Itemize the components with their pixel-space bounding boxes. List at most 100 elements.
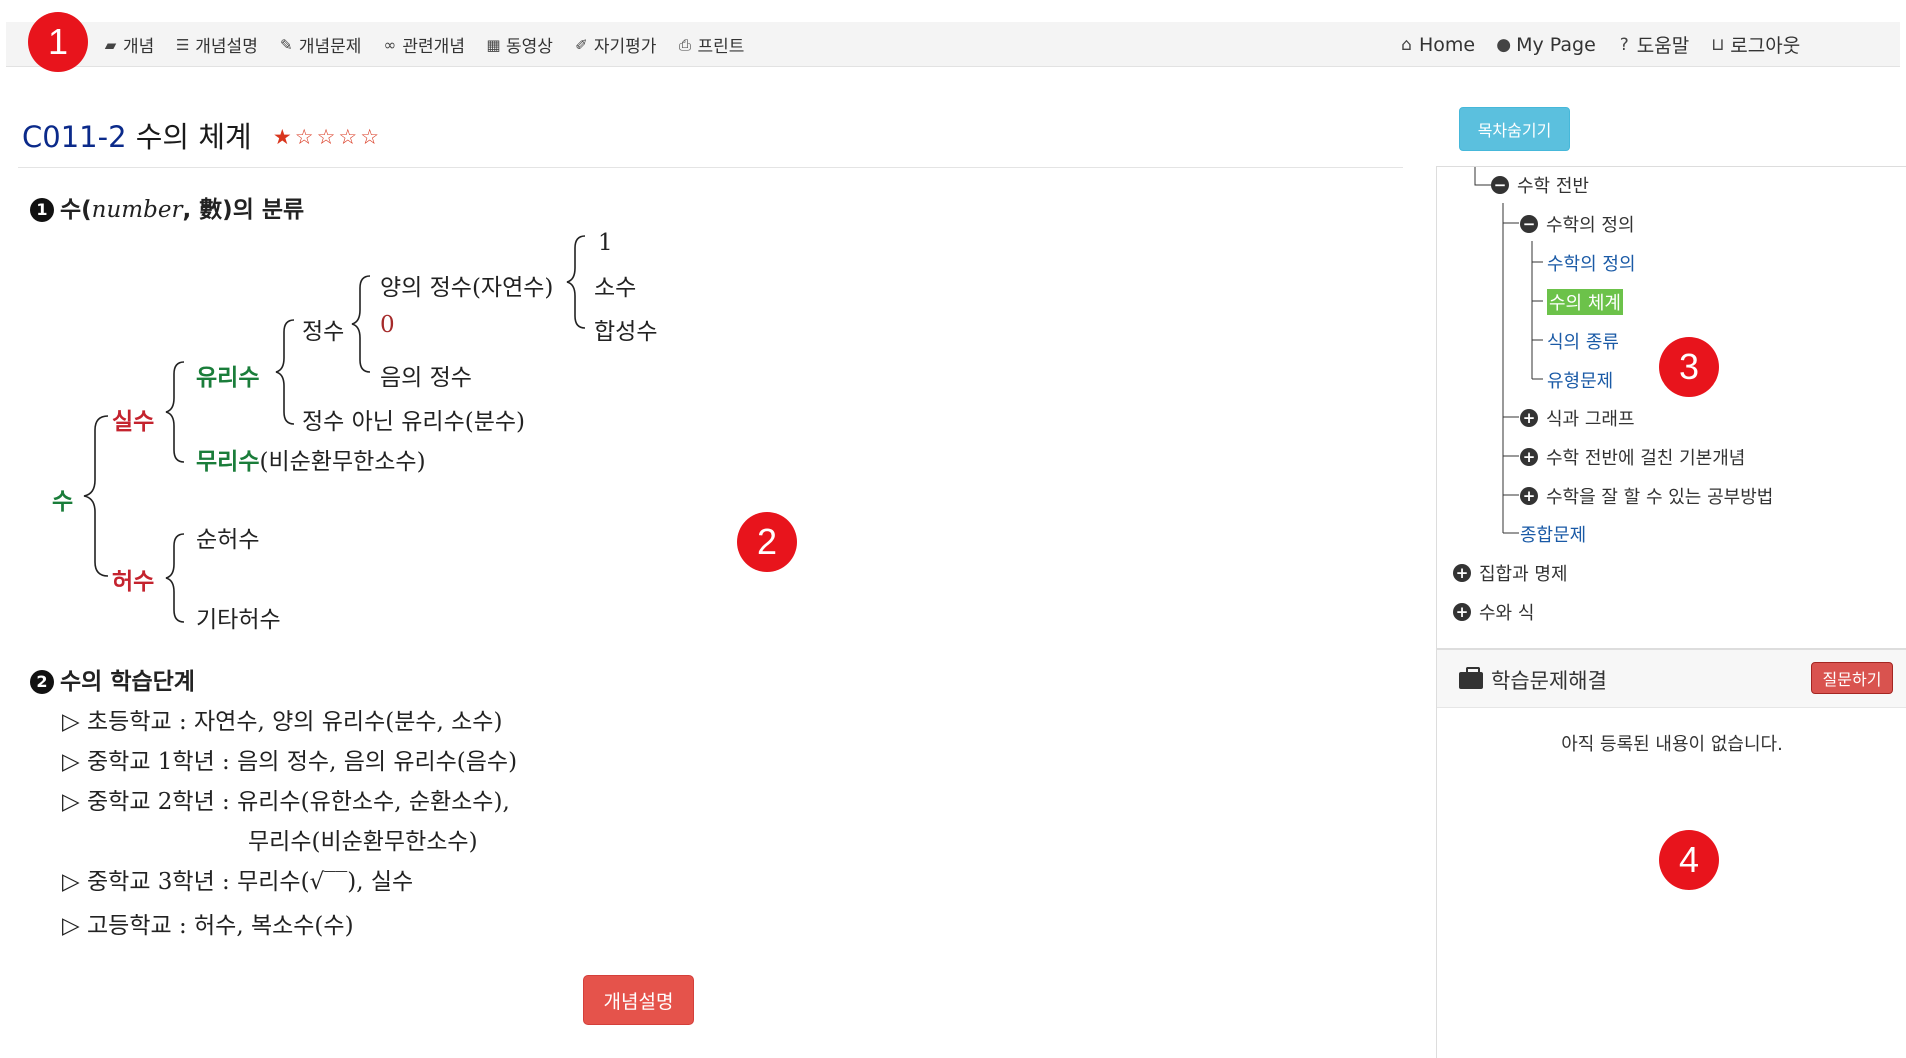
stage-middle-2-cont: 무리수(비순환무한소수) bbox=[248, 829, 478, 855]
toc-link-type-problems[interactable]: 유형문제 bbox=[1547, 365, 1613, 395]
concept-explain-button[interactable]: 개념설명 bbox=[583, 975, 694, 1025]
nav-concept[interactable]: ▰ 개념 bbox=[102, 32, 155, 58]
tree-one: 1 bbox=[598, 230, 613, 256]
expand-icon[interactable]: + bbox=[1520, 448, 1538, 466]
collapse-icon[interactable]: − bbox=[1491, 176, 1509, 194]
nav-video[interactable]: ▦ 동영상 bbox=[485, 32, 553, 58]
toc-item-numbers-expressions[interactable]: + 수와 식 bbox=[1453, 597, 1534, 627]
toc-label: 집합과 명제 bbox=[1479, 564, 1568, 585]
nav-self-assessment[interactable]: ✐ 자기평가 bbox=[573, 32, 657, 58]
tree-imaginary: 허수 bbox=[112, 569, 155, 595]
toc-item-math-definition[interactable]: − 수학의 정의 bbox=[1520, 209, 1635, 239]
expand-icon[interactable]: + bbox=[1520, 409, 1538, 427]
qa-header: 학습문제해결 질문하기 bbox=[1437, 650, 1906, 708]
nav-concept-problem[interactable]: ✎ 개념문제 bbox=[278, 32, 361, 58]
toc-item-sets-propositions[interactable]: + 집합과 명제 bbox=[1453, 558, 1568, 588]
tree-rational: 유리수 bbox=[196, 365, 260, 391]
expand-icon[interactable]: + bbox=[1520, 487, 1538, 505]
nav-home[interactable]: ⌂ Home bbox=[1398, 34, 1475, 56]
user-icon: ● bbox=[1496, 34, 1512, 55]
toc-link-expression-types[interactable]: 식의 종류 bbox=[1547, 326, 1619, 356]
collapse-icon[interactable]: − bbox=[1520, 215, 1538, 233]
section-number: 2 bbox=[30, 670, 54, 694]
toc-hide-button[interactable]: 목차숨기기 bbox=[1459, 107, 1570, 151]
nav-label: 개념설명 bbox=[195, 37, 258, 57]
briefcase-icon bbox=[1459, 666, 1483, 689]
unlock-icon: ⊔ bbox=[1711, 34, 1725, 55]
concept-content: 1 수(number, 數)의 분류 수 실수 허수 유리수 무리수(비순환무한소… bbox=[0, 180, 1410, 980]
heading-text: , 數)의 분류 bbox=[182, 197, 305, 223]
link-icon: ∞ bbox=[383, 35, 397, 54]
nav-label: Home bbox=[1419, 33, 1476, 56]
toc-item-study-methods[interactable]: + 수학을 잘 할 수 있는 공부방법 bbox=[1520, 481, 1773, 511]
annotation-marker-3: 3 bbox=[1659, 337, 1719, 397]
section-1-heading: 1 수(number, 數)의 분류 bbox=[30, 190, 304, 224]
brace-rational bbox=[275, 319, 295, 425]
heading-text: 수의 학습단계 bbox=[60, 669, 195, 695]
qa-title: 학습문제해결 bbox=[1459, 665, 1607, 695]
toc-link[interactable]: 식의 종류 bbox=[1547, 328, 1619, 354]
tree-braces bbox=[83, 235, 586, 623]
tree-negative-integer: 음의 정수 bbox=[380, 365, 472, 391]
nav-logout[interactable]: ⊔ 로그아웃 bbox=[1709, 31, 1800, 58]
nav-label: 자기평가 bbox=[593, 37, 657, 57]
home-icon: ⌂ bbox=[1401, 34, 1412, 55]
tree-positive-integer: 양의 정수(자연수) bbox=[380, 275, 554, 301]
tree-pure-imaginary: 순허수 bbox=[196, 527, 260, 553]
irrational-note: (비순환무한소수) bbox=[259, 449, 426, 475]
brace-positive bbox=[566, 235, 586, 329]
toc-link-number-system[interactable]: 수의 체계 bbox=[1547, 287, 1623, 317]
toc-link-math-definition[interactable]: 수학의 정의 bbox=[1547, 248, 1636, 278]
tree-composite: 합성수 bbox=[594, 319, 658, 345]
nav-concept-explain[interactable]: ☰ 개념설명 bbox=[174, 32, 258, 58]
toc-item-basic-concepts[interactable]: + 수학 전반에 걸친 기본개념 bbox=[1520, 442, 1745, 472]
toc-link-comprehensive[interactable]: 종합문제 bbox=[1520, 519, 1586, 549]
tree-number: 수 bbox=[52, 489, 74, 515]
brace-real bbox=[165, 361, 185, 463]
toc-link[interactable]: 수학의 정의 bbox=[1547, 250, 1636, 276]
irrational-label: 무리수 bbox=[196, 449, 260, 475]
toc-item-expressions-graphs[interactable]: + 식과 그래프 bbox=[1520, 403, 1635, 433]
tree-other-imaginary: 기타허수 bbox=[196, 607, 281, 633]
nav-label: 도움말 bbox=[1636, 35, 1690, 57]
expand-icon[interactable]: + bbox=[1453, 603, 1471, 621]
toc-link[interactable]: 종합문제 bbox=[1520, 521, 1586, 547]
brace-imag bbox=[165, 533, 185, 623]
stage-elementary: ▷ 초등학교 : 자연수, 양의 유리수(분수, 소수) bbox=[62, 709, 503, 735]
nav-label: 개념 bbox=[123, 37, 155, 57]
annotation-marker-1: 1 bbox=[28, 12, 88, 72]
list-icon: ☰ bbox=[176, 35, 190, 54]
toc-label: 수학의 정의 bbox=[1546, 215, 1635, 236]
toc-tree: − 수학 전반 − 수학의 정의 수학의 정의 수의 체계 식의 종류 유형문제… bbox=[1436, 166, 1906, 648]
brace-integer bbox=[351, 275, 371, 373]
nav-related-concept[interactable]: ∞ 관련개념 bbox=[381, 32, 465, 58]
toc-item-math-overview[interactable]: − 수학 전반 bbox=[1491, 170, 1589, 200]
concept-code: C011-2 bbox=[22, 120, 127, 154]
film-icon: ▦ bbox=[486, 35, 501, 54]
nav-label: 관련개념 bbox=[402, 37, 465, 57]
toc-link[interactable]: 유형문제 bbox=[1547, 367, 1613, 393]
pencil-icon: ✎ bbox=[280, 35, 293, 54]
annotation-marker-4: 4 bbox=[1659, 830, 1719, 890]
nav-help[interactable]: ? 도움말 bbox=[1616, 31, 1689, 58]
toc-label: 수학을 잘 할 수 있는 공부방법 bbox=[1546, 487, 1774, 508]
tree-real: 실수 bbox=[112, 409, 155, 435]
tree-integer: 정수 bbox=[302, 319, 345, 345]
nav-my-page[interactable]: ● My Page bbox=[1495, 34, 1596, 56]
toc-active-item[interactable]: 수의 체계 bbox=[1547, 289, 1623, 315]
nav-label: My Page bbox=[1516, 33, 1596, 56]
tree-zero: 0 bbox=[380, 312, 395, 338]
annotation-marker-2: 2 bbox=[737, 512, 797, 572]
toc-label: 수학 전반에 걸친 기본개념 bbox=[1546, 448, 1746, 469]
qa-empty-message: 아직 등록된 내용이 없습니다. bbox=[1561, 734, 1783, 755]
nav-label: 프린트 bbox=[697, 37, 745, 57]
nav-print[interactable]: ⎙ 프린트 bbox=[676, 32, 745, 58]
nav-right-group: ⌂ Home ● My Page ? 도움말 ⊔ 로그아웃 bbox=[1398, 22, 1820, 67]
expand-icon[interactable]: + bbox=[1453, 564, 1471, 582]
heading-text: 수( bbox=[60, 197, 92, 223]
question-icon: ? bbox=[1619, 34, 1629, 55]
nav-label: 동영상 bbox=[505, 37, 553, 57]
nav-label: 로그아웃 bbox=[1730, 35, 1801, 57]
ask-question-button[interactable]: 질문하기 bbox=[1811, 662, 1893, 694]
top-navbar: ▰ 개념 ☰ 개념설명 ✎ 개념문제 ∞ 관련개념 ▦ 동영상 ✐ 자기평가 ⎙… bbox=[6, 22, 1900, 67]
